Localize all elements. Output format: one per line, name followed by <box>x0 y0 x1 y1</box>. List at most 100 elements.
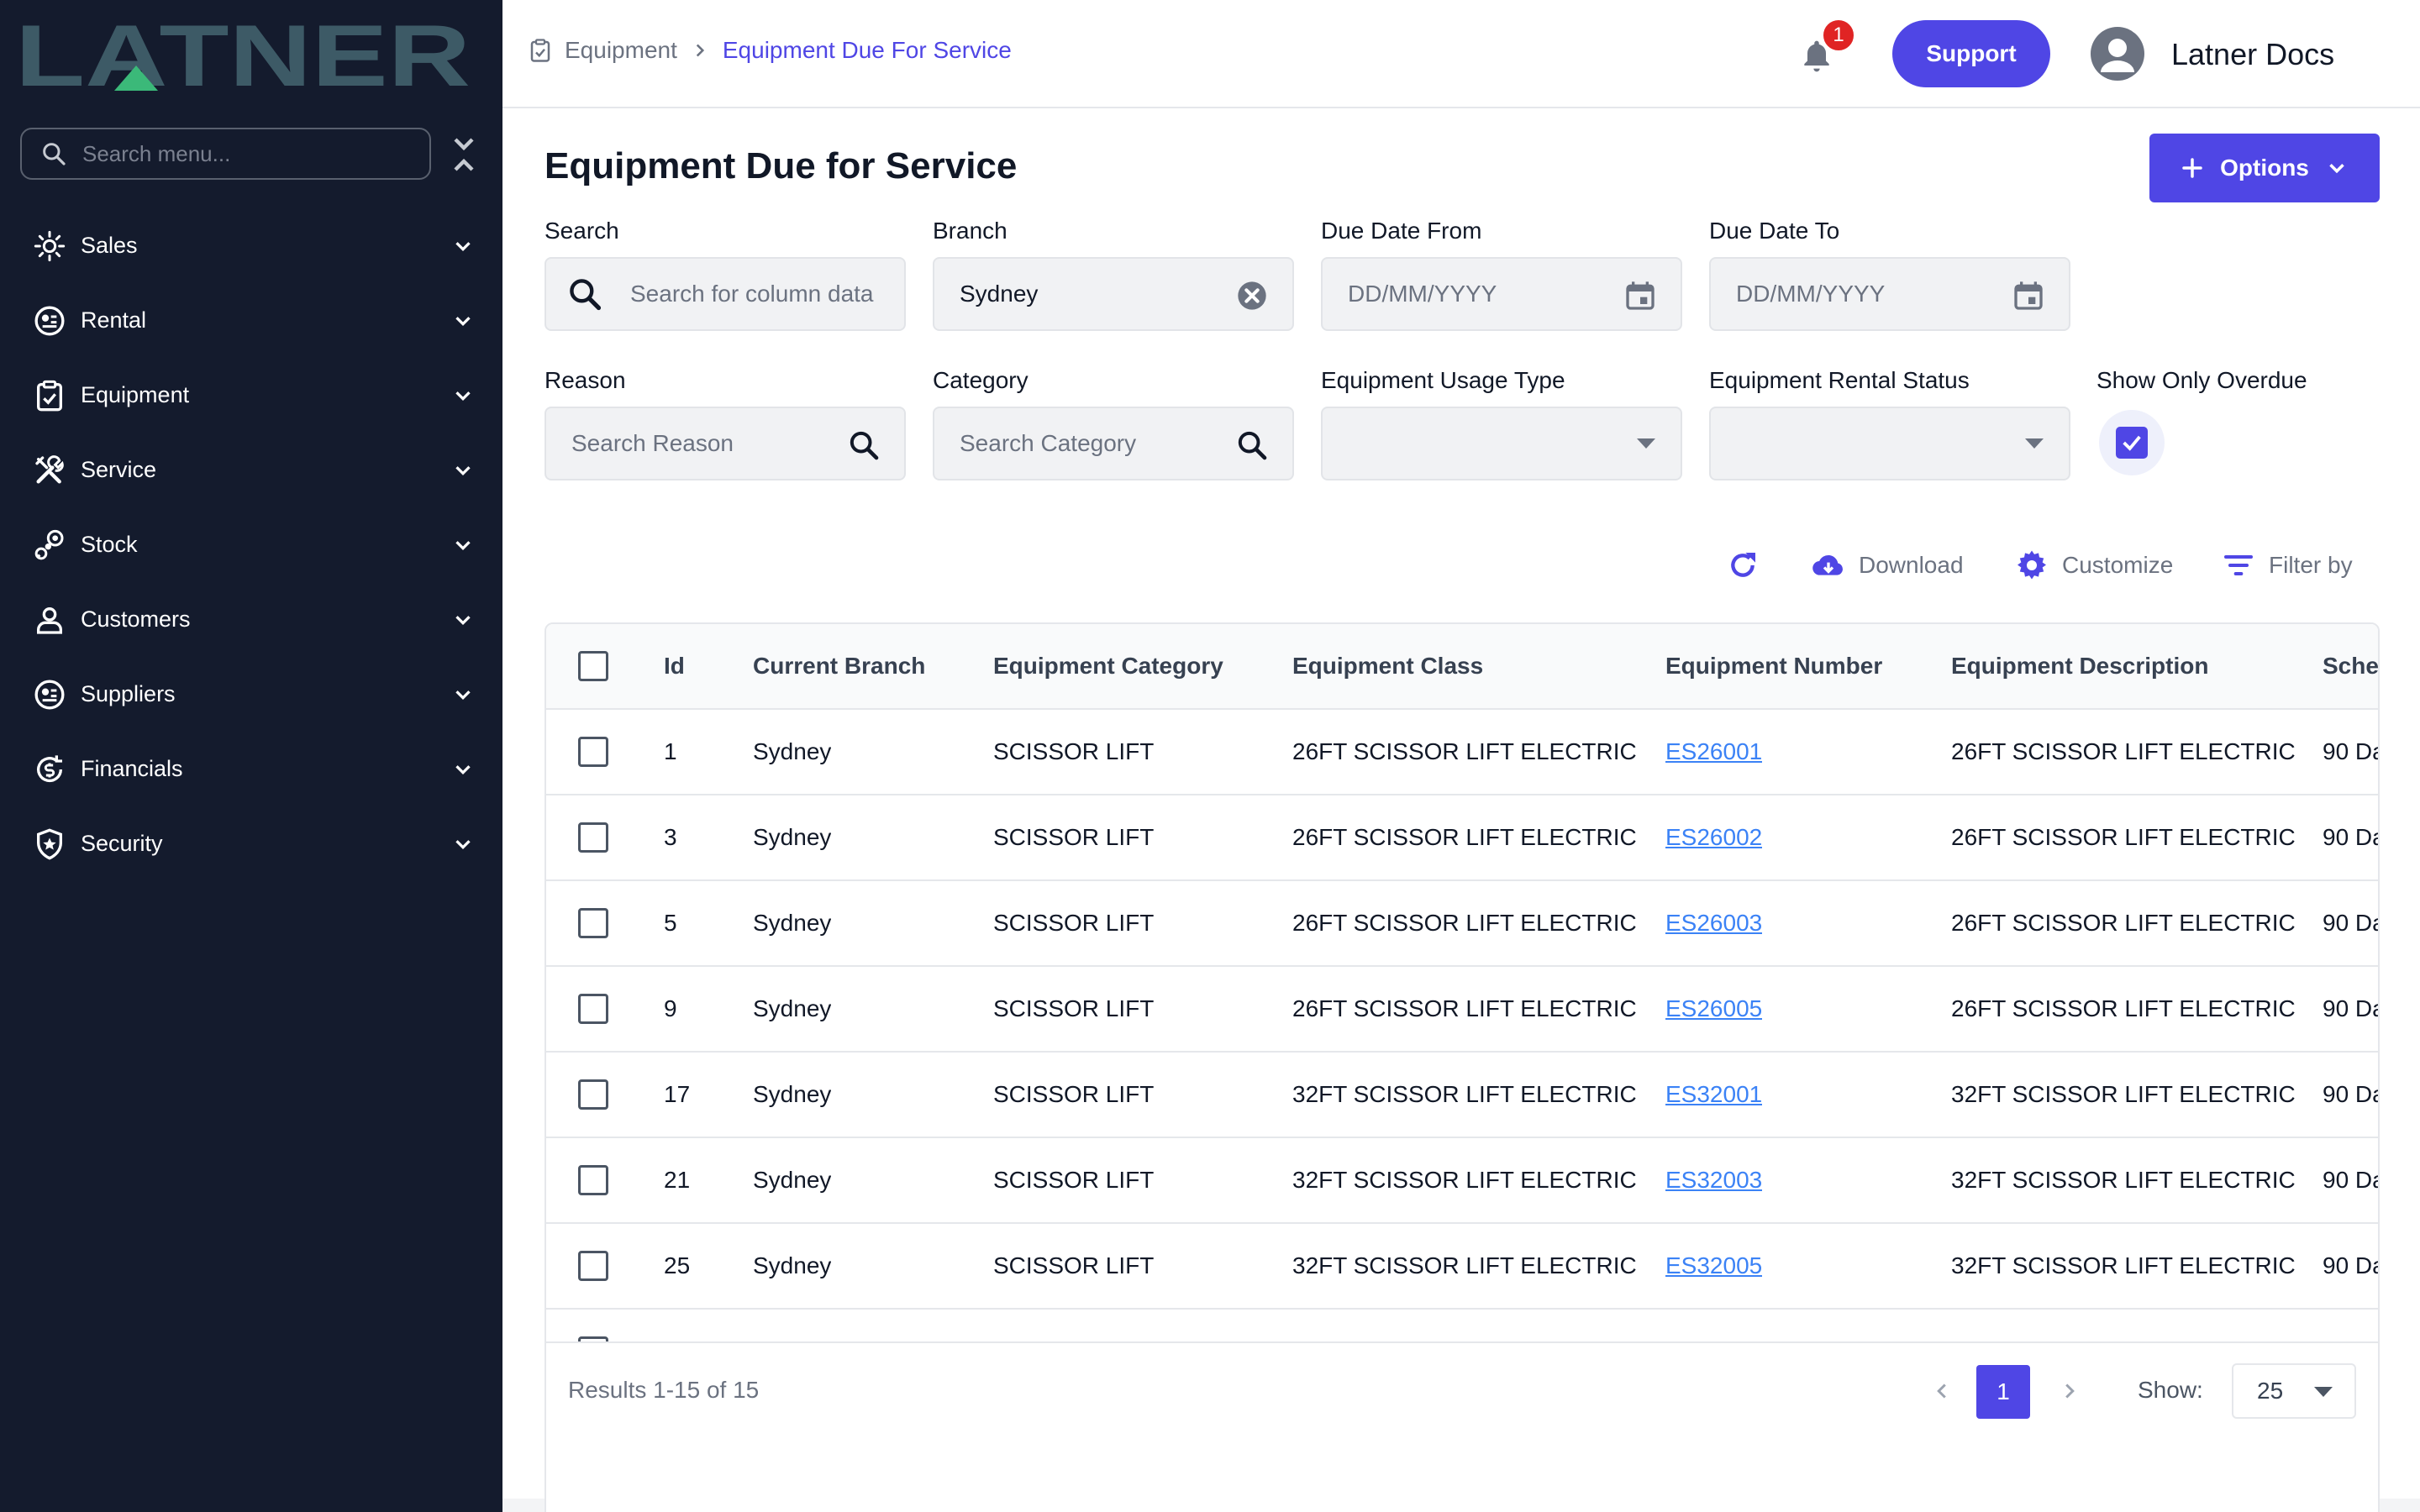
cell-equipment-number: ES26005 <box>1665 967 1762 1051</box>
row-checkbox[interactable] <box>578 994 608 1024</box>
reason-field[interactable] <box>544 407 906 480</box>
due-date-to-input[interactable] <box>1736 281 1988 307</box>
menu-search[interactable] <box>20 128 431 180</box>
support-button[interactable]: Support <box>1892 20 2050 87</box>
chevron-down-icon <box>455 765 471 775</box>
avatar[interactable] <box>2091 27 2144 81</box>
main-content: Equipment Due for Service Options Search… <box>502 108 2420 1512</box>
menu-search-input[interactable] <box>82 140 402 167</box>
sidebar-item-sales[interactable]: Sales <box>0 208 502 283</box>
search-icon <box>570 279 602 311</box>
equipment-number-link[interactable]: ES32003 <box>1665 1167 1762 1194</box>
equipment-table: Id Current Branch Equipment Category Equ… <box>544 622 2380 1512</box>
sidebar-item-suppliers[interactable]: Suppliers <box>0 657 502 732</box>
cell-current-branch: Sydney <box>753 824 832 850</box>
equipment-number-link[interactable]: ES26001 <box>1665 738 1762 765</box>
cloud-download-icon <box>1812 554 1843 575</box>
download-button[interactable]: Download <box>1812 549 1964 582</box>
equipment-number-link[interactable]: ES32005 <box>1665 1252 1762 1279</box>
reason-input[interactable] <box>571 430 823 457</box>
table-row[interactable]: 33 Sydney SCISSOR LIFT 32FT SCISSOR LIFT EL… <box>546 1310 2378 1341</box>
table-row[interactable]: 17 Sydney SCISSOR LIFT 32FT SCISSOR LIFT EL… <box>546 1053 2378 1138</box>
table-row[interactable]: 21 Sydney SCISSOR LIFT 32FT SCISSOR LIFT EL… <box>546 1138 2378 1224</box>
column-header-equipment-category[interactable]: Equipment Category <box>993 624 1223 708</box>
due-date-from-input[interactable] <box>1348 281 1600 307</box>
search-icon[interactable] <box>1235 428 1269 462</box>
breadcrumb-parent[interactable]: Equipment <box>565 37 677 64</box>
column-header-id[interactable]: Id <box>664 624 685 708</box>
category-field[interactable] <box>933 407 1294 480</box>
column-header-equipment-number[interactable]: Equipment Number <box>1665 624 1882 708</box>
row-checkbox[interactable] <box>578 1079 608 1110</box>
sidebar-item-customers[interactable]: Customers <box>0 582 502 657</box>
column-search-field[interactable] <box>544 257 906 331</box>
sidebar-item-security[interactable]: Security <box>0 806 502 881</box>
calendar-icon[interactable] <box>1623 279 1657 312</box>
sidebar-item-label: Customers <box>81 606 191 632</box>
rental-status-select[interactable] <box>1709 407 2070 480</box>
sidebar-item-rental[interactable]: Rental <box>0 283 502 358</box>
collapse-all-icon[interactable] <box>450 134 477 175</box>
row-checkbox[interactable] <box>578 908 608 938</box>
cell-equipment-description: 32FT SCISSOR LIFT ELECTRIC <box>1951 1252 2296 1278</box>
category-input[interactable] <box>960 430 1212 457</box>
cell-equipment-category: SCISSOR LIFT <box>993 738 1155 764</box>
calendar-icon[interactable] <box>2012 279 2045 312</box>
table-row[interactable]: 5 Sydney SCISSOR LIFT 26FT SCISSOR LIFT ELE… <box>546 881 2378 967</box>
equipment-number-link[interactable]: ES26002 <box>1665 824 1762 851</box>
sidebar-item-service[interactable]: Service <box>0 433 502 507</box>
row-checkbox[interactable] <box>578 1251 608 1281</box>
cell-equipment-class: 32FT SCISSOR LIFT ELECTRIC <box>1292 1081 1637 1107</box>
sidebar-item-stock[interactable]: Stock <box>0 507 502 582</box>
search-icon[interactable] <box>847 428 881 462</box>
due-date-to-field[interactable] <box>1709 257 2070 331</box>
options-button[interactable]: Options <box>2149 134 2380 202</box>
breadcrumb-current[interactable]: Equipment Due For Service <box>723 37 1012 64</box>
usage-type-select[interactable] <box>1321 407 1682 480</box>
chevron-right-icon[interactable] <box>2057 1378 2082 1404</box>
table-row[interactable]: 9 Sydney SCISSOR LIFT 26FT SCISSOR LIFT ELE… <box>546 967 2378 1053</box>
customize-button[interactable]: Customize <box>2015 549 2173 582</box>
sidebar-item-label: Financials <box>81 756 183 781</box>
equipment-number-link[interactable]: ES26003 <box>1665 910 1762 937</box>
table-body: 1 Sydney SCISSOR LIFT 26FT SCISSOR LIFT ELE… <box>546 710 2378 1341</box>
caret-down-icon <box>2314 1387 2333 1397</box>
column-header-equipment-description[interactable]: Equipment Description <box>1951 624 2208 708</box>
cell-schedule: 90 Days <box>2323 1310 2378 1341</box>
row-checkbox[interactable] <box>578 822 608 853</box>
chevron-left-icon[interactable] <box>1929 1378 1954 1404</box>
latner-logo[interactable]: LATNER <box>15 18 471 92</box>
user-name[interactable]: Latner Docs <box>2171 37 2334 72</box>
cell-equipment-number: ES26002 <box>1665 795 1762 879</box>
column-header-schedule[interactable]: Schedule <box>2323 624 2378 708</box>
column-header-equipment-class[interactable]: Equipment Class <box>1292 624 1483 708</box>
filter-by-button[interactable]: Filter by <box>2222 549 2353 582</box>
column-header-current-branch[interactable]: Current Branch <box>753 624 925 708</box>
cell-id: 9 <box>664 995 677 1021</box>
table-row[interactable]: 1 Sydney SCISSOR LIFT 26FT SCISSOR LIFT ELE… <box>546 710 2378 795</box>
plus-icon <box>2182 158 2202 178</box>
cell-current-branch: Sydney <box>753 1310 831 1341</box>
page-button-current[interactable]: 1 <box>1976 1365 2030 1419</box>
page-size-select[interactable]: 25 <box>2232 1363 2356 1419</box>
search-icon <box>43 143 66 165</box>
filter-icon <box>2224 555 2253 575</box>
sidebar-item-equipment[interactable]: Equipment <box>0 358 502 433</box>
equipment-number-link[interactable]: ES32001 <box>1665 1081 1762 1108</box>
table-row[interactable]: 3 Sydney SCISSOR LIFT 26FT SCISSOR LIFT ELE… <box>546 795 2378 881</box>
branch-field[interactable]: Sydney <box>933 257 1294 331</box>
refresh-button[interactable] <box>1726 549 1773 582</box>
row-select-cell <box>578 967 608 1051</box>
cell-current-branch: Sydney <box>753 910 832 936</box>
equipment-number-link[interactable]: ES26005 <box>1665 995 1762 1022</box>
clear-icon[interactable] <box>1235 279 1269 312</box>
select-all-checkbox[interactable] <box>578 651 608 681</box>
due-date-from-field[interactable] <box>1321 257 1682 331</box>
table-row[interactable]: 25 Sydney SCISSOR LIFT 32FT SCISSOR LIFT EL… <box>546 1224 2378 1310</box>
row-checkbox[interactable] <box>578 737 608 767</box>
show-only-overdue-checkbox[interactable] <box>2099 410 2165 475</box>
sidebar-item-financials[interactable]: Financials <box>0 732 502 806</box>
row-checkbox[interactable] <box>578 1165 608 1195</box>
check-icon <box>2123 435 2141 451</box>
column-search-input[interactable] <box>630 281 882 307</box>
